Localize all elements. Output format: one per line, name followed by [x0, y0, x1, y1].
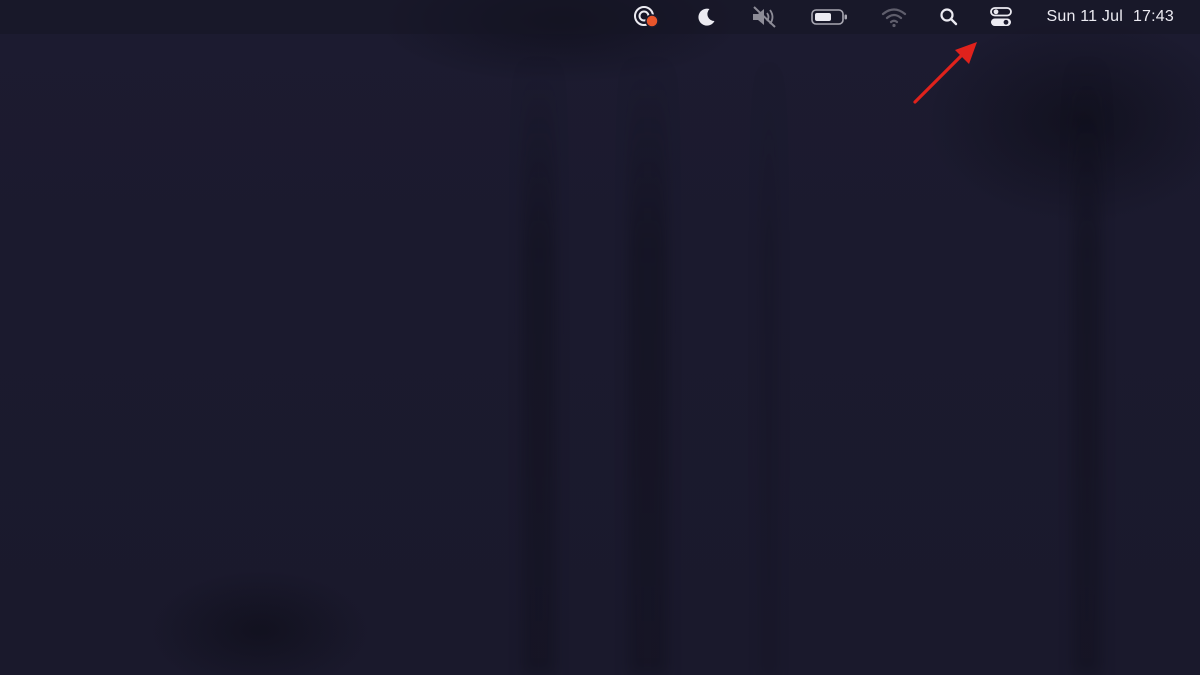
focus-status-item[interactable]	[695, 0, 717, 34]
wallpaper-shadow	[760, 60, 778, 675]
search-icon	[939, 8, 957, 26]
desktop: Sun 11 Jul 17:43	[0, 0, 1200, 675]
battery-icon	[810, 9, 847, 25]
red-arrow-icon	[913, 42, 977, 104]
screen-recorder-icon	[633, 6, 659, 28]
wallpaper-shadow	[522, 60, 556, 675]
control-center-button[interactable]	[989, 0, 1013, 34]
battery-status-item[interactable]	[810, 0, 849, 34]
wallpaper-shadow	[1072, 60, 1102, 675]
control-center-icon	[989, 7, 1012, 26]
menu-bar: Sun 11 Jul 17:43	[0, 0, 1200, 34]
menu-bar-clock[interactable]: Sun 11 Jul 17:43	[1047, 0, 1174, 34]
wifi-icon	[881, 8, 906, 28]
spotlight-status-item[interactable]	[939, 0, 959, 34]
speaker-muted-icon	[752, 6, 776, 28]
clock-time: 17:43	[1132, 8, 1174, 25]
moon-icon	[697, 8, 715, 26]
screen-recorder-status-item[interactable]	[631, 0, 663, 34]
sound-status-item[interactable]	[749, 0, 779, 34]
wallpaper-shadow	[628, 60, 668, 675]
wifi-status-item[interactable]	[881, 0, 907, 34]
clock-date: Sun 11 Jul	[1046, 8, 1123, 25]
